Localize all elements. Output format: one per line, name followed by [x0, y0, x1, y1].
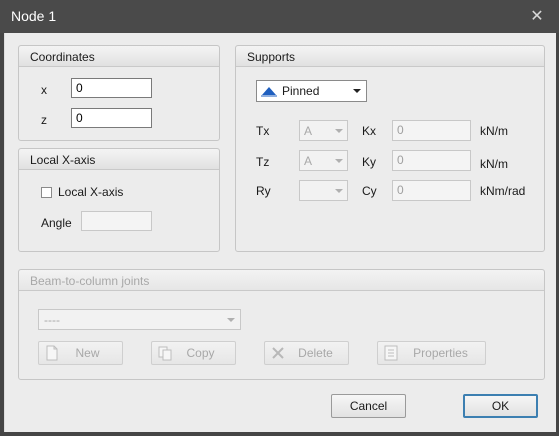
- local-axis-group: Local X-axis Local X-axis Angle: [18, 148, 220, 252]
- chevron-down-icon: [335, 129, 343, 133]
- delete-button-label: Delete: [298, 346, 333, 360]
- local-axis-checkbox[interactable]: [41, 187, 52, 198]
- cy-unit: kNm/rad: [480, 184, 526, 198]
- angle-input[interactable]: [81, 211, 152, 231]
- tz-value: A: [304, 154, 313, 168]
- support-type-dropdown[interactable]: Pinned: [256, 80, 367, 102]
- kx-label: Kx: [362, 124, 377, 138]
- pinned-support-icon: [261, 85, 277, 101]
- kx-input[interactable]: 0: [392, 120, 471, 141]
- x-input[interactable]: 0: [71, 78, 152, 98]
- tz-label: Tz: [256, 155, 270, 169]
- x-label: x: [41, 83, 47, 97]
- supports-header: Supports: [236, 46, 544, 67]
- window-title: Node 1: [11, 8, 57, 24]
- properties-button[interactable]: Properties: [377, 341, 486, 365]
- ky-unit: kN/m: [480, 157, 508, 171]
- chevron-down-icon: [353, 89, 361, 93]
- z-input[interactable]: 0: [71, 108, 152, 128]
- ry-label: Ry: [256, 184, 271, 198]
- delete-button[interactable]: Delete: [264, 341, 349, 365]
- chevron-down-icon: [335, 159, 343, 163]
- copy-button[interactable]: Copy: [151, 341, 236, 365]
- dialog-window: Node 1 ✕ Coordinates x 0 z 0 Local X-axi…: [0, 0, 559, 436]
- tx-value: A: [304, 124, 313, 138]
- cy-input[interactable]: 0: [392, 180, 471, 201]
- angle-label: Angle: [41, 216, 72, 230]
- cy-label: Cy: [362, 184, 377, 198]
- ry-dropdown[interactable]: [299, 180, 348, 201]
- new-button-label: New: [75, 346, 100, 360]
- title-bar[interactable]: Node 1 ✕: [0, 0, 559, 33]
- joints-selected: ----: [44, 313, 60, 327]
- joints-header: Beam-to-column joints: [19, 270, 544, 291]
- tx-label: Tx: [256, 124, 270, 138]
- joints-group: Beam-to-column joints ---- New Copy Dele…: [18, 269, 545, 380]
- new-button[interactable]: New: [38, 341, 123, 365]
- properties-button-label: Properties: [413, 346, 468, 360]
- supports-group: Supports Pinned Tx A Kx 0 kN/m Tz A Ky 0…: [235, 45, 545, 252]
- close-button[interactable]: ✕: [527, 8, 547, 26]
- kx-unit: kN/m: [480, 124, 508, 138]
- local-axis-header: Local X-axis: [19, 149, 219, 170]
- local-axis-title: Local X-axis: [30, 153, 96, 167]
- tz-dropdown[interactable]: A: [299, 150, 348, 171]
- ky-input[interactable]: 0: [392, 150, 471, 171]
- ky-label: Ky: [362, 155, 377, 169]
- chevron-down-icon: [227, 318, 235, 322]
- ok-button-label: OK: [491, 399, 510, 413]
- coordinates-title: Coordinates: [30, 50, 95, 64]
- z-label: z: [41, 113, 47, 127]
- coordinates-header: Coordinates: [19, 46, 219, 67]
- chevron-down-icon: [335, 189, 343, 193]
- tx-dropdown[interactable]: A: [299, 120, 348, 141]
- local-axis-checkbox-label[interactable]: Local X-axis: [58, 185, 123, 199]
- cancel-button[interactable]: Cancel: [331, 394, 406, 418]
- support-type-value: Pinned: [282, 84, 320, 98]
- dialog-client-area: Coordinates x 0 z 0 Local X-axis Local X…: [4, 33, 556, 432]
- ok-button[interactable]: OK: [463, 394, 538, 418]
- supports-title: Supports: [247, 50, 296, 64]
- coordinates-group: Coordinates x 0 z 0: [18, 45, 220, 141]
- copy-button-label: Copy: [186, 346, 215, 360]
- joints-dropdown[interactable]: ----: [38, 309, 241, 330]
- cancel-button-label: Cancel: [349, 399, 388, 413]
- joints-title: Beam-to-column joints: [30, 274, 150, 288]
